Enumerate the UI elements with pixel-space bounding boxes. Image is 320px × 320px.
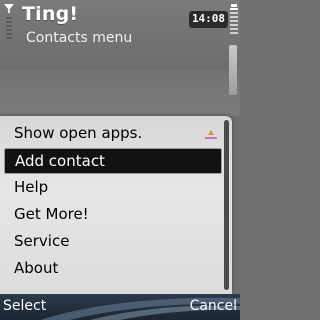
screen-subtitle: Contacts menu [26, 30, 133, 46]
menu-item-label: Help [14, 178, 49, 196]
cancel-softkey[interactable]: Cancel [190, 298, 237, 314]
open-apps-icon [205, 130, 217, 139]
status-header: Ting! Contacts menu 14:08 [0, 0, 240, 70]
menu-item-label: Add contact [15, 152, 105, 170]
menu-item-label: Service [14, 232, 70, 250]
scrollbar-thumb[interactable] [224, 120, 229, 290]
menu-item-get-more[interactable]: Get More! [4, 202, 220, 226]
options-menu: Show open apps. Add contact Help Get Mor… [0, 116, 232, 294]
menu-item-show-open-apps[interactable]: Show open apps. [4, 121, 220, 145]
menu-item-add-contact[interactable]: Add contact [4, 148, 222, 174]
phone-screen: Ting! Contacts menu 14:08 Show open apps… [0, 0, 240, 320]
side-indicator [229, 45, 237, 95]
clock-badge: 14:08 [189, 11, 228, 28]
softkey-bar: Select Cancel [0, 294, 240, 320]
menu-item-label: About [14, 259, 59, 277]
menu-item-about[interactable]: About [4, 256, 220, 280]
menu-item-label: Show open apps. [14, 124, 143, 142]
submenu-arrow-icon [212, 237, 218, 247]
select-softkey[interactable]: Select [3, 298, 46, 314]
background-area [0, 70, 240, 116]
clock-time: 14:08 [191, 12, 226, 25]
menu-scrollbar[interactable] [224, 120, 229, 290]
signal-strength-icon [4, 4, 14, 39]
battery-level-icon [230, 4, 238, 34]
app-title: Ting! [22, 3, 79, 25]
menu-item-label: Get More! [14, 205, 89, 223]
menu-item-service[interactable]: Service [4, 229, 220, 253]
menu-item-help[interactable]: Help [4, 175, 220, 199]
